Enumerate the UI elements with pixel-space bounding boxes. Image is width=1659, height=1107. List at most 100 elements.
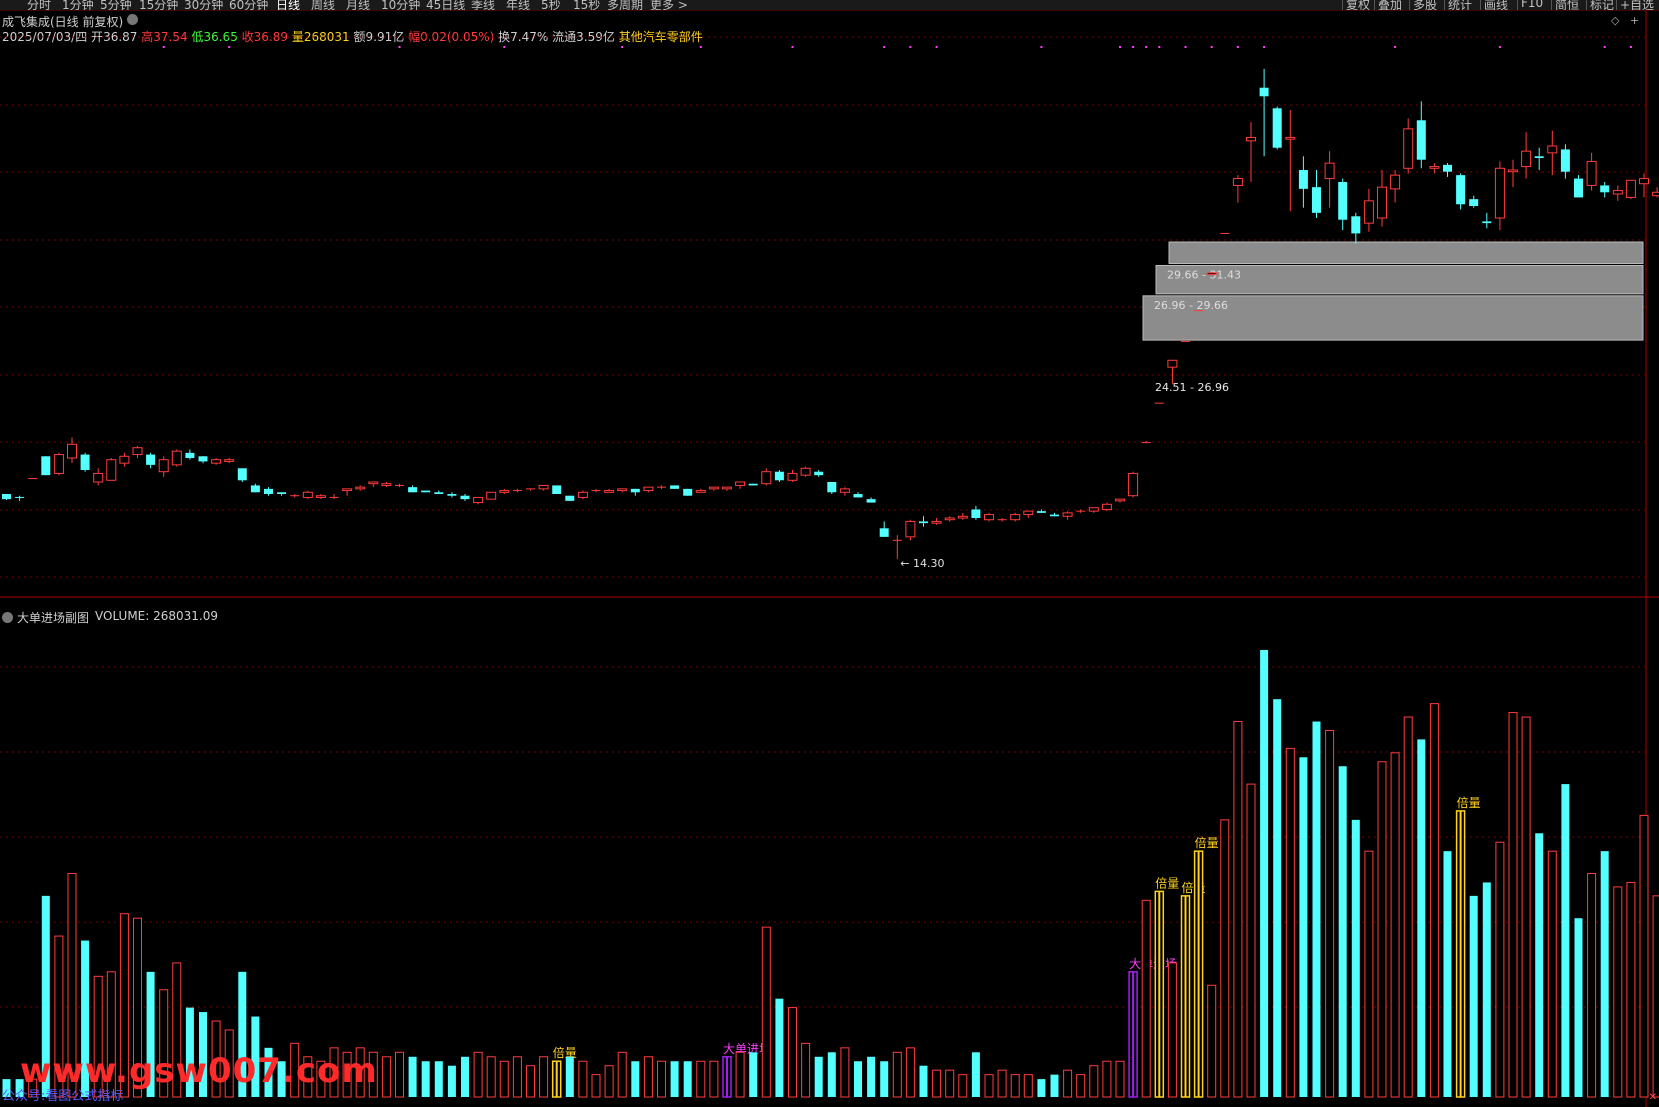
candle-body [1639,178,1649,185]
top-signal-dot [228,46,231,48]
candle-body [198,456,208,462]
volume-bar [1443,851,1452,1097]
volume-bar [447,1065,456,1097]
top-signal-dot [1040,46,1043,48]
toolbar-separator [1374,0,1375,10]
candle-body [381,483,392,486]
top-signal-dot [1394,46,1397,48]
volume-bar [1102,1060,1112,1098]
candle-body [171,450,182,466]
volume-bar [1429,703,1439,1098]
toolbar-separator [1480,0,1481,10]
candle-body [1377,186,1387,219]
candle-body [1547,145,1558,154]
volume-bar [1220,819,1230,1098]
candle-body [1625,179,1636,198]
volume-bar [932,1069,942,1098]
candle-body [1534,156,1544,158]
top-signal-dot [1603,46,1606,48]
candle-body [1246,136,1256,142]
candle-body [1494,167,1505,219]
candle-body [905,520,916,538]
subchart-toggle-icon[interactable] [2,612,13,623]
candle-body [1324,162,1335,180]
candle-body [447,494,457,496]
candle-body [1586,160,1597,186]
volume-bar [1495,841,1505,1098]
volume-bar [408,1056,417,1097]
volume-bar [486,1056,496,1098]
volume-bar [854,1061,862,1097]
candle-body [683,488,693,496]
volume-bar [814,1056,823,1097]
candle-body [146,454,156,465]
candle-body [1403,128,1414,169]
volume-bar [1561,784,1570,1097]
candle-body [277,492,287,494]
volume-bar [1246,783,1256,1098]
candle-body [1443,164,1452,172]
volume-bar [919,1065,928,1097]
top-signal-dot [699,46,702,48]
corner-close-icon[interactable]: ✕ [1649,1092,1657,1103]
candle-body [735,481,746,486]
candle-body [1338,182,1348,220]
volume-bar [1207,984,1217,1098]
volume-bar [604,1065,614,1098]
candle-body [315,495,326,498]
volume-bar [1417,739,1426,1097]
candle-body [839,488,850,493]
top-signal-dot [1145,46,1148,48]
volume-bar [578,1060,588,1098]
top-signal-dot [1132,46,1135,48]
toolbar-separator [1342,0,1343,10]
candle-body [957,515,968,519]
candle-body [93,472,104,483]
candle-body [800,467,811,476]
candle-body [1652,191,1659,197]
toolbar-separator [1551,0,1552,10]
volume-bar [1482,882,1491,1097]
volume-bar [1141,899,1151,1098]
volume-bar [1403,716,1413,1098]
volume-bar [1233,721,1243,1098]
candle-body [827,482,837,493]
candle-body [355,486,366,490]
toolbar-right-item-5[interactable]: F10 [1521,0,1543,10]
kline-chart[interactable]: 29.66 - 31.43 26.96 - 29.66 24.51 - 26.96 倍… [0,10,1659,1107]
volume-bar [1115,1060,1125,1098]
volume-bar [657,1060,666,1098]
volume-bar [1037,1079,1046,1097]
candle-body [434,492,444,494]
volume-bar [801,1042,811,1098]
candle-body [1600,185,1610,193]
volume-bar [735,1051,745,1098]
candle-body [971,509,981,518]
volume-bar [1639,814,1649,1098]
candle-body [604,490,615,493]
volume-bar [1325,729,1335,1098]
candle-body [879,528,889,537]
candle-body [643,486,654,492]
top-signal-dot [621,46,624,48]
volume-bar [512,1056,522,1098]
volume-bar [1050,1074,1059,1097]
volume-bar [539,1056,549,1098]
top-signal-dot [1498,46,1501,48]
candle-body [630,488,640,493]
volume-signal-label: 倍量 [1457,795,1481,810]
top-signal-dot [791,46,794,48]
volume-bar [591,1074,601,1098]
candle-body [499,490,510,493]
volume-bar [526,1065,535,1098]
top-signal-dot [1184,46,1187,48]
candle-body [224,459,235,462]
candle-body [1023,510,1034,516]
candle-body [473,496,484,504]
candle-body [41,456,51,476]
candle-body [1272,108,1282,148]
volume-bar [670,1061,679,1097]
volume-bar [565,1056,574,1097]
candle-body [408,487,418,493]
candle-body [1036,511,1046,513]
